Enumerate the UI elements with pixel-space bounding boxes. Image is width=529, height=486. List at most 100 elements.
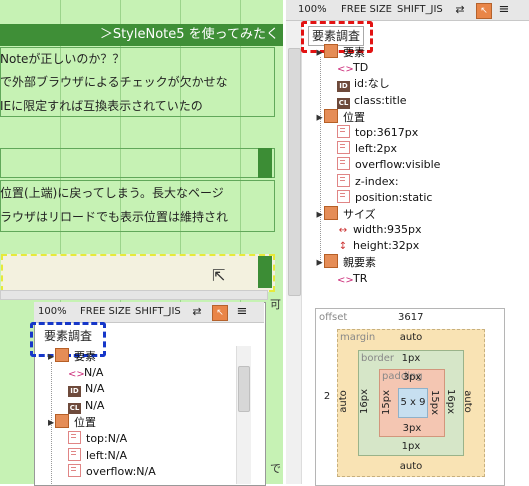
editor-line[interactable]: Noteが正しいのか？？ bbox=[0, 50, 275, 67]
embedded-zoom-level[interactable]: 100% bbox=[38, 302, 67, 322]
tree-item[interactable]: overflow:N/A bbox=[46, 464, 232, 481]
embedded-refresh-icon[interactable]: ⇄ bbox=[190, 305, 204, 319]
menu-icon[interactable]: ≡ bbox=[497, 3, 511, 17]
editor-line[interactable]: IEに限定すれば互換表示されていたの bbox=[0, 97, 275, 114]
tree-group[interactable]: ▲ 位置 bbox=[315, 108, 485, 125]
tree-group[interactable]: ▲ 要素 bbox=[46, 348, 232, 365]
expand-toggle-icon[interactable]: ▲ bbox=[311, 260, 327, 269]
property-icon bbox=[337, 124, 350, 138]
embedded-encoding-selector[interactable]: SHIFT_JIS bbox=[135, 302, 181, 322]
mouse-cursor-icon: ⇱ bbox=[212, 266, 226, 285]
tree-item[interactable]: top:3617px bbox=[315, 124, 485, 141]
embedded-inspector-title[interactable]: 要素調査 bbox=[44, 329, 92, 343]
tree-item[interactable]: ↕ height:32px bbox=[315, 238, 485, 254]
zoom-level[interactable]: 100% bbox=[298, 0, 327, 20]
tree-label: 位置 bbox=[343, 110, 365, 124]
inspector-scroll-thumb[interactable] bbox=[288, 48, 301, 296]
tree-group[interactable]: ▲ 位置 bbox=[46, 414, 232, 431]
tree-label: 要素 bbox=[74, 350, 96, 363]
padding-left: 15px bbox=[381, 390, 392, 415]
tree-item[interactable]: ID N/A bbox=[46, 381, 232, 398]
property-icon bbox=[68, 447, 81, 461]
tree-label: 親要素 bbox=[343, 256, 376, 270]
encoding-selector[interactable]: SHIFT_JIS bbox=[397, 0, 443, 20]
margin-box: margin auto auto auto auto border 1px 1p… bbox=[337, 329, 485, 477]
tree-label: top:N/A bbox=[86, 431, 128, 445]
editor-line[interactable]: ラウザはリロードでも表示位置は維持され bbox=[0, 208, 275, 225]
tree-item[interactable]: ↔ width:935px bbox=[315, 222, 485, 238]
embedded-free-size-button[interactable]: FREE SIZE bbox=[80, 302, 131, 322]
tree-item[interactable]: z-index: bbox=[315, 173, 485, 190]
tree-item[interactable]: <>TR bbox=[315, 271, 485, 287]
property-icon bbox=[337, 189, 350, 203]
tree-label: overflow:N/A bbox=[86, 465, 156, 479]
editor-header-text: ＞StyleNote5 を使ってみたく bbox=[99, 27, 279, 42]
tree-item[interactable]: overflow:visible bbox=[315, 157, 485, 173]
margin-left: auto bbox=[337, 390, 349, 413]
refresh-icon[interactable]: ⇄ bbox=[453, 3, 467, 17]
tree-group[interactable]: ▲ 要素 bbox=[315, 44, 485, 60]
embedded-scroll-thumb[interactable] bbox=[238, 366, 250, 412]
border-box: border 1px 1px 16px 16px padding 3px 3px… bbox=[358, 350, 464, 456]
tree-item[interactable]: top:N/A bbox=[46, 430, 232, 448]
tree-label: width:935px bbox=[353, 223, 422, 237]
embedded-element-tree: ▲ 要素 <>N/A ID N/A CL N/A ▲ 位置 top:N/A left:N/A over… bbox=[46, 348, 232, 481]
tree-label: TR bbox=[353, 271, 368, 285]
tree-item[interactable]: position:static bbox=[315, 189, 485, 206]
tag-icon: <> bbox=[337, 64, 354, 76]
block-marker bbox=[258, 148, 272, 178]
inspector-title[interactable]: 要素調査 bbox=[308, 26, 365, 46]
expand-toggle-icon[interactable]: ▲ bbox=[311, 50, 327, 59]
padding-top: 3px bbox=[402, 372, 422, 383]
tree-label: position:static bbox=[355, 190, 433, 204]
border-right: 16px bbox=[445, 389, 456, 414]
height-icon: ↕ bbox=[338, 241, 348, 253]
tree-group[interactable]: ▲ 親要素 bbox=[315, 254, 485, 270]
tag-icon: <> bbox=[337, 274, 354, 286]
expand-toggle-icon[interactable]: ▲ bbox=[42, 420, 59, 429]
cursor-select-icon[interactable]: ↖ bbox=[476, 3, 492, 19]
text-block bbox=[0, 148, 275, 178]
box-model: offset 3617 2 margin auto auto auto auto… bbox=[315, 308, 505, 486]
free-size-button[interactable]: FREE SIZE bbox=[341, 0, 392, 20]
property-icon bbox=[68, 464, 81, 478]
tree-item[interactable]: left:N/A bbox=[46, 447, 232, 465]
offset-left: 2 bbox=[323, 391, 331, 402]
tag-icon: <> bbox=[68, 368, 85, 380]
content-box: 5 x 9 bbox=[398, 388, 428, 418]
embedded-menu-icon[interactable]: ≡ bbox=[235, 305, 249, 319]
property-icon bbox=[337, 141, 350, 155]
tree-item[interactable]: left:2px bbox=[315, 141, 485, 157]
tree-label: 位置 bbox=[74, 416, 96, 430]
editor-line[interactable]: 位置(上端)に戻ってしまう。長大なページ bbox=[0, 184, 275, 201]
tree-label: サイズ bbox=[343, 207, 376, 221]
tree-group[interactable]: ▲ サイズ bbox=[315, 205, 485, 222]
border-top: 1px bbox=[401, 353, 421, 364]
tree-item[interactable]: CL class:title bbox=[315, 93, 485, 109]
tree-label: 要素 bbox=[343, 46, 365, 59]
id-icon: ID bbox=[68, 386, 81, 398]
expand-toggle-icon[interactable]: ▲ bbox=[311, 114, 327, 123]
expand-toggle-icon[interactable]: ▲ bbox=[311, 211, 327, 220]
tree-item[interactable]: <>TD bbox=[315, 60, 485, 76]
tree-label: left:N/A bbox=[86, 448, 127, 462]
offset-label: offset bbox=[319, 312, 348, 323]
tree-label: left:2px bbox=[355, 142, 398, 156]
tree-item[interactable]: <>N/A bbox=[46, 365, 232, 382]
tree-label: N/A bbox=[85, 398, 105, 412]
tree-label: class:title bbox=[354, 93, 407, 107]
tree-label: overflow:visible bbox=[355, 158, 441, 172]
border-bottom: 1px bbox=[401, 441, 421, 452]
margin-top: auto bbox=[399, 332, 423, 343]
tree-label: N/A bbox=[84, 365, 104, 379]
expand-toggle-icon[interactable]: ▲ bbox=[42, 354, 59, 363]
embedded-cursor-select-icon[interactable]: ↖ bbox=[212, 305, 228, 321]
editor-line[interactable]: で外部ブラウザによるチェックが欠かせな bbox=[0, 73, 275, 90]
selected-element-highlight[interactable] bbox=[1, 254, 275, 292]
padding-bottom: 3px bbox=[402, 423, 422, 434]
block-marker bbox=[258, 256, 272, 288]
editor-edge-text: 可 bbox=[270, 298, 281, 311]
tree-item[interactable]: CL N/A bbox=[46, 398, 232, 415]
tree-item[interactable]: ID id:なし bbox=[315, 76, 485, 93]
tree-label: height:32px bbox=[353, 239, 420, 253]
